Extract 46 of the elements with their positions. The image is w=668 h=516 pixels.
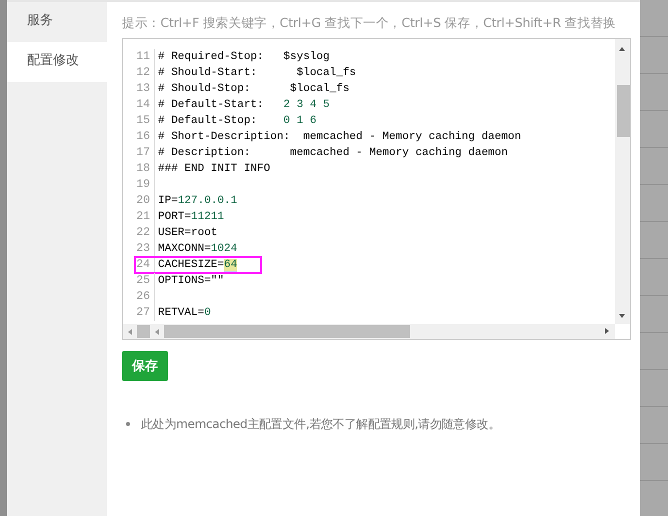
sidebar-tab[interactable]: 服务 — [7, 2, 107, 42]
sidebar-tab[interactable]: 配置修改 — [7, 42, 107, 82]
bullet-icon — [126, 422, 130, 426]
scroll-right-icon[interactable] — [605, 328, 609, 334]
scroll-left-icon[interactable] — [155, 328, 159, 334]
line-number: 25 — [123, 273, 155, 289]
line-number: 11 — [123, 49, 155, 65]
code-line: MAXCONN=1024 — [157, 242, 238, 257]
line-number: 14 — [123, 97, 155, 113]
scrollbar-thumb[interactable] — [164, 325, 410, 338]
line-number: 15 — [123, 113, 155, 129]
vertical-scrollbar[interactable] — [615, 39, 630, 324]
code-line: # Should-Start: $local_fs — [157, 66, 356, 81]
note-text: 此处为memcached主配置文件,若您不了解配置规则,请勿随意修改。 — [141, 416, 500, 432]
code-line: CACHESIZE=64 — [157, 258, 238, 273]
code-line: # Default-Start: 2 3 4 5 — [157, 98, 330, 113]
line-number: 26 — [123, 289, 155, 305]
line-number: 27 — [123, 305, 155, 321]
code-line: # Description: memcached - Memory caching daemon — [157, 146, 508, 161]
code-line: IP=127.0.0.1 — [157, 194, 238, 209]
line-number: 22 — [123, 225, 155, 241]
line-number: 21 — [123, 209, 155, 225]
scroll-left-icon[interactable] — [128, 328, 132, 334]
line-number: 23 — [123, 241, 155, 257]
line-number: 18 — [123, 161, 155, 177]
code-line: PORT=11211 — [157, 210, 224, 225]
line-number: 16 — [123, 129, 155, 145]
line-number: 17 — [123, 145, 155, 161]
code-line: # Default-Stop: 0 1 6 — [157, 114, 316, 129]
code-line: # Required-Stop: $syslog — [157, 50, 330, 65]
code-line: RETVAL=0 — [157, 306, 211, 321]
hint-text: 提示：Ctrl+F 搜索关键字，Ctrl+G 查找下一个，Ctrl+S 保存，Ctrl+Shift+R 查找替换 — [122, 14, 617, 32]
line-number: 13 — [123, 81, 155, 97]
scroll-down-icon[interactable] — [619, 314, 625, 318]
line-number: 19 — [123, 177, 155, 193]
code-line: # Short-Description: memcached - Memory caching daemon — [157, 130, 522, 145]
code-line: OPTIONS="" — [157, 274, 224, 289]
horizontal-scrollbar[interactable] — [123, 324, 615, 339]
line-number: 20 — [123, 193, 155, 209]
scroll-up-icon[interactable] — [619, 47, 625, 51]
code-line: # Should-Stop: $local_fs — [157, 82, 350, 97]
scrollbar-thumb[interactable] — [617, 85, 630, 137]
code-line: ### END INIT INFO — [157, 162, 270, 177]
line-number: 24 — [123, 257, 155, 273]
code-line: USER=root — [157, 226, 218, 241]
line-number: 12 — [123, 65, 155, 81]
